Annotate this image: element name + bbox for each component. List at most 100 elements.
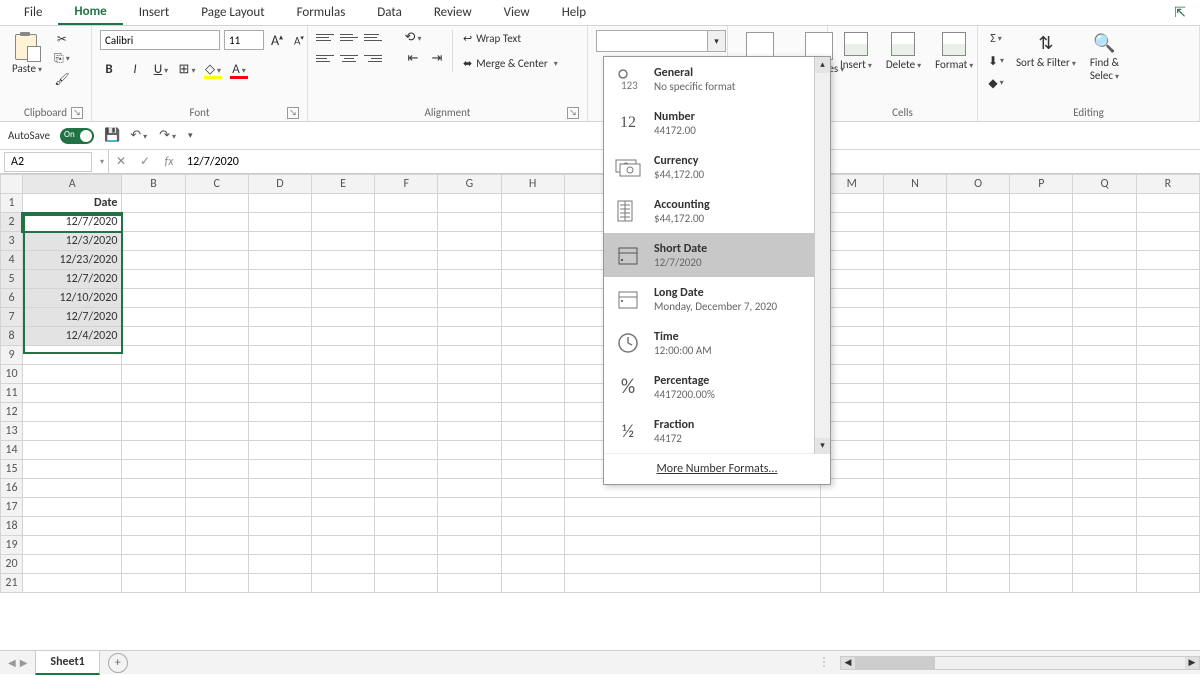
col-header-R[interactable]: R [1136, 175, 1199, 194]
row-header-16[interactable]: 16 [1, 479, 23, 498]
redo-button[interactable]: ↷ [159, 128, 176, 143]
col-header-A[interactable]: A [22, 175, 121, 194]
col-header-E[interactable]: E [312, 175, 375, 194]
hscroll-thumb[interactable] [855, 657, 935, 669]
fill-color-button[interactable]: ◇ [204, 62, 222, 77]
font-size-input[interactable] [224, 30, 264, 50]
cell-A3[interactable]: 12/3/2020 [22, 232, 121, 251]
number-format-dropdown[interactable]: ▾ [596, 30, 726, 52]
delete-cells-button[interactable]: Delete [882, 30, 925, 73]
format-fraction[interactable]: ½ Fraction44172 [604, 409, 830, 453]
sheet-tab-1[interactable]: Sheet1 [35, 650, 99, 675]
menu-view[interactable]: View [488, 1, 546, 24]
merge-center-button[interactable]: ⬌Merge & Center [461, 55, 560, 72]
menu-review[interactable]: Review [418, 1, 488, 24]
row-header-8[interactable]: 8 [1, 327, 23, 346]
name-box[interactable] [4, 152, 92, 172]
align-right-button[interactable] [364, 51, 382, 65]
menu-help[interactable]: Help [546, 1, 602, 24]
col-header-C[interactable]: C [185, 175, 248, 194]
cut-button[interactable]: ✂ [52, 30, 72, 48]
menu-home[interactable]: Home [58, 0, 122, 25]
align-left-button[interactable] [316, 51, 334, 65]
align-top-button[interactable] [316, 30, 334, 44]
cancel-formula-button[interactable]: ✕ [109, 154, 133, 169]
italic-button[interactable]: I [126, 62, 144, 77]
menu-page-layout[interactable]: Page Layout [185, 1, 280, 24]
format-menu-scroll-up[interactable]: ▴ [815, 57, 830, 73]
decrease-indent-button[interactable]: ⇤ [404, 51, 422, 66]
insert-cells-button[interactable]: Insert [836, 30, 876, 73]
row-header-1[interactable]: 1 [1, 194, 23, 213]
cell-A8[interactable]: 12/4/2020 [22, 327, 121, 346]
undo-button[interactable]: ↶ [130, 128, 147, 143]
more-number-formats[interactable]: More Number Formats... [604, 453, 830, 484]
cell-A1[interactable]: Date [22, 194, 121, 213]
fill-button[interactable]: ⬇ [986, 52, 1006, 70]
format-time[interactable]: Time12:00:00 AM [604, 321, 830, 365]
align-middle-button[interactable] [340, 30, 358, 44]
alignment-launcher[interactable]: ↘ [567, 107, 579, 119]
col-header-H[interactable]: H [501, 175, 564, 194]
row-header-7[interactable]: 7 [1, 308, 23, 327]
col-header-N[interactable]: N [883, 175, 946, 194]
border-button[interactable]: ⊞ [178, 62, 196, 77]
menu-file[interactable]: File [8, 1, 58, 24]
select-all-corner[interactable] [1, 175, 23, 194]
row-header-4[interactable]: 4 [1, 251, 23, 270]
clear-button[interactable]: ◆ [986, 74, 1006, 92]
clipboard-launcher[interactable]: ↘ [71, 107, 83, 119]
row-header-15[interactable]: 15 [1, 460, 23, 479]
bold-button[interactable]: B [100, 62, 118, 77]
increase-indent-button[interactable]: ⇥ [428, 51, 446, 66]
col-header-B[interactable]: B [122, 175, 185, 194]
row-header-17[interactable]: 17 [1, 498, 23, 517]
format-menu-scroll-down[interactable]: ▾ [815, 438, 830, 454]
wrap-text-button[interactable]: ↩Wrap Text [461, 30, 560, 47]
qat-customize[interactable]: ▾ [188, 130, 193, 141]
spreadsheet-grid[interactable]: A B C D E F G H M N O P Q R 1Date 212/7/… [0, 174, 1200, 618]
row-header-6[interactable]: 6 [1, 289, 23, 308]
col-header-D[interactable]: D [248, 175, 311, 194]
cell-A5[interactable]: 12/7/2020 [22, 270, 121, 289]
cell-A6[interactable]: 12/10/2020 [22, 289, 121, 308]
format-currency[interactable]: Currency$44,172.00 [604, 145, 830, 189]
insert-function-button[interactable]: fx [157, 155, 181, 169]
horizontal-scrollbar[interactable]: ◀ ▶ [840, 656, 1200, 670]
autosave-toggle[interactable]: On [60, 128, 94, 144]
row-header-19[interactable]: 19 [1, 536, 23, 555]
row-header-10[interactable]: 10 [1, 365, 23, 384]
sheet-nav-next[interactable]: ▶ [20, 656, 28, 669]
menu-insert[interactable]: Insert [123, 1, 186, 24]
align-bottom-button[interactable] [364, 30, 382, 44]
number-format-dropdown-arrow[interactable]: ▾ [707, 31, 725, 51]
col-header-F[interactable]: F [375, 175, 438, 194]
menu-formulas[interactable]: Formulas [281, 1, 362, 24]
format-general[interactable]: 123 GeneralNo specific format [604, 57, 830, 101]
cell-A4[interactable]: 12/23/2020 [22, 251, 121, 270]
row-header-20[interactable]: 20 [1, 555, 23, 574]
underline-button[interactable]: U [152, 62, 170, 77]
font-name-input[interactable] [100, 30, 220, 50]
format-long-date[interactable]: Long DateMonday, December 7, 2020 [604, 277, 830, 321]
cell-A2[interactable]: 12/7/2020 [22, 213, 121, 232]
copy-button[interactable]: ⎘ [52, 50, 72, 68]
sheet-nav-prev[interactable]: ◀ [8, 656, 16, 669]
increase-font-button[interactable]: A▴ [268, 32, 286, 49]
menu-data[interactable]: Data [361, 1, 418, 24]
namebox-arrow[interactable]: ▾ [96, 157, 108, 167]
add-sheet-button[interactable]: + [108, 653, 128, 673]
enter-formula-button[interactable]: ✓ [133, 154, 157, 169]
row-header-13[interactable]: 13 [1, 422, 23, 441]
align-center-button[interactable] [340, 51, 358, 65]
col-header-P[interactable]: P [1010, 175, 1073, 194]
row-header-3[interactable]: 3 [1, 232, 23, 251]
row-header-21[interactable]: 21 [1, 574, 23, 593]
row-header-11[interactable]: 11 [1, 384, 23, 403]
row-header-14[interactable]: 14 [1, 441, 23, 460]
format-percentage[interactable]: % Percentage4417200.00% [604, 365, 830, 409]
cell-A7[interactable]: 12/7/2020 [22, 308, 121, 327]
paste-button[interactable]: Paste [8, 30, 46, 77]
format-painter-button[interactable]: 🖌 [52, 70, 72, 88]
format-cells-button[interactable]: Format [931, 30, 977, 73]
